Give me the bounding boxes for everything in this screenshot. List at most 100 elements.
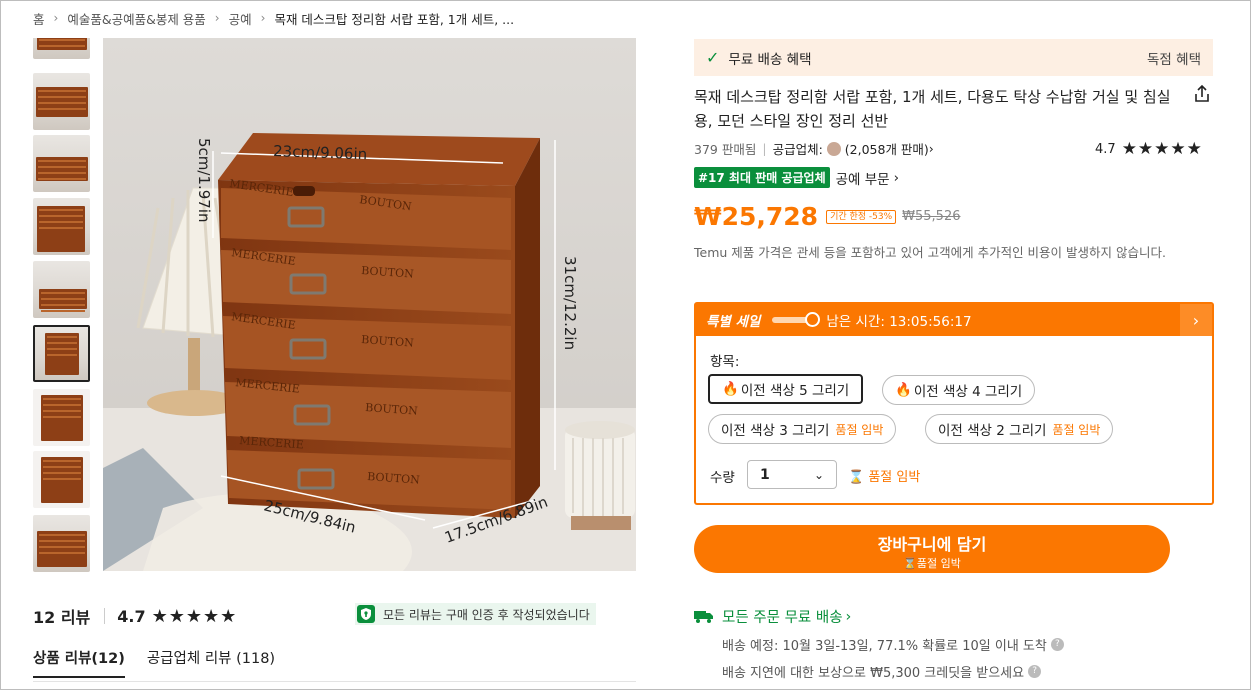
thumbnail-7[interactable] bbox=[33, 389, 90, 446]
thumbnail-4[interactable] bbox=[33, 198, 90, 255]
truck-icon bbox=[694, 610, 714, 623]
chevron-down-icon: ⌄ bbox=[813, 467, 824, 482]
breadcrumb: 홈 › 예술품&공예품&봉제 용품 › 공예 › 목재 데스크탑 정리함 서랍 … bbox=[33, 8, 514, 28]
cart-button-sub: ⌛품절 임박 bbox=[694, 555, 1170, 571]
breadcrumb-arts[interactable]: 예술품&공예품&봉제 용품 bbox=[67, 9, 205, 28]
option-color-5[interactable]: 🔥 이전 색상 5 그리기 bbox=[708, 374, 864, 404]
check-icon: ✓ bbox=[706, 48, 720, 67]
review-summary: 12 리뷰 4.7 ★★★★★ bbox=[33, 604, 237, 628]
timer-progress-bar bbox=[772, 312, 821, 327]
add-to-cart-button[interactable]: 장바구니에 담기 ⌛품절 임박 bbox=[694, 525, 1170, 573]
thumbnail-strip bbox=[33, 38, 90, 572]
hourglass-icon: ⌛ bbox=[903, 557, 917, 570]
rank-badge: #17 최대 판매 공급업체 bbox=[694, 167, 830, 188]
shipping-delay-credit: 배송 지연에 대한 보상으로 ₩5,300 크레딧을 받으세요 ? bbox=[722, 662, 1042, 681]
main-product-image[interactable]: 23cm/9.06in 5cm/1.97in 31cm/12.2in 25cm/… bbox=[103, 38, 636, 571]
divider: | bbox=[762, 141, 767, 156]
sale-header: 특별 세일 남은 시간: 13:05:56:17 › bbox=[696, 304, 1212, 336]
option-label: 이전 색상 2 그리기 bbox=[938, 423, 1047, 439]
verified-reviews-notice: 모든 리뷰는 구매 인증 후 작성되었습니다 bbox=[355, 603, 596, 625]
help-icon[interactable]: ? bbox=[1028, 665, 1042, 678]
breadcrumb-crafts[interactable]: 공예 bbox=[229, 9, 252, 28]
chevron-right-icon: › bbox=[53, 11, 59, 25]
chevron-right-icon: › bbox=[893, 169, 899, 186]
thumbnail-8[interactable] bbox=[33, 451, 90, 508]
seller-avatar[interactable] bbox=[826, 141, 841, 156]
chevron-right-icon: › bbox=[260, 11, 266, 25]
special-sale-box: 특별 세일 남은 시간: 13:05:56:17 › 항목: 🔥 이전 색상 5… bbox=[694, 302, 1214, 505]
option-color-3[interactable]: 이전 색상 3 그리기 품절 임박 bbox=[708, 414, 897, 444]
verified-text: 모든 리뷰는 구매 인증 후 작성되었습니다 bbox=[383, 607, 590, 622]
thumbnail-3[interactable] bbox=[33, 135, 90, 192]
shipping-header[interactable]: 모든 주문 무료 배송 › bbox=[694, 606, 851, 627]
exclusive-benefit-label: 독점 혜택 bbox=[1147, 51, 1201, 68]
drawers bbox=[221, 186, 511, 510]
limited-time-badge: 기간 한정 -53% bbox=[826, 209, 897, 224]
product-photo: 23cm/9.06in 5cm/1.97in 31cm/12.2in 25cm/… bbox=[103, 38, 636, 571]
star-rating-icon: ★★★★★ bbox=[151, 605, 238, 627]
seller-rank[interactable]: #17 최대 판매 공급업체 공예 부문 › bbox=[694, 167, 899, 188]
quantity-value: 1 bbox=[760, 466, 770, 483]
stock-note-text: 품절 임박 bbox=[868, 470, 921, 485]
divider bbox=[104, 608, 106, 624]
chevron-right-icon: › bbox=[845, 608, 852, 625]
hourglass-icon: ⌛ bbox=[848, 470, 865, 485]
product-meta: 379 판매됨 | 공급업체: (2,058개 판매) › bbox=[694, 139, 934, 158]
help-icon[interactable]: ? bbox=[1050, 638, 1064, 651]
timer-clock-icon bbox=[805, 312, 821, 327]
tab-seller-reviews[interactable]: 공급업체 리뷰 (118) bbox=[147, 647, 275, 678]
thumbnail-2[interactable] bbox=[33, 73, 90, 130]
review-rating: 4.7 bbox=[117, 606, 146, 626]
label-height: 31cm/12.2in bbox=[561, 256, 579, 350]
thumbnail-5[interactable] bbox=[33, 261, 90, 318]
tabs-divider bbox=[33, 681, 636, 682]
sale-title: 특별 세일 bbox=[706, 314, 761, 330]
original-price: ₩55,526 bbox=[902, 209, 961, 224]
breadcrumb-current: 목재 데스크탑 정리함 서랍 포함, 1개 세트, ... bbox=[274, 11, 515, 27]
current-price: ₩25,728 bbox=[694, 202, 819, 231]
option-label: 이전 색상 5 그리기 bbox=[740, 383, 850, 399]
flame-icon: 🔥 bbox=[722, 381, 739, 397]
chevron-right-icon: › bbox=[214, 11, 220, 25]
option-label: 이전 색상 4 그리기 bbox=[913, 384, 1023, 400]
star-rating-icon: ★★★★★ bbox=[1121, 139, 1203, 159]
shipping-eta-text: 배송 예정: 10월 3일-13일, 77.1% 확률로 10일 이내 도착 bbox=[722, 639, 1047, 654]
shield-check-icon bbox=[357, 605, 375, 623]
seller-sales[interactable]: (2,058개 판매) bbox=[845, 139, 929, 158]
benefit-label: 무료 배송 혜택 bbox=[728, 51, 812, 68]
review-count: 12 리뷰 bbox=[33, 608, 91, 627]
thumbnail-9[interactable] bbox=[33, 515, 90, 572]
sale-arrow-button[interactable]: › bbox=[1180, 304, 1212, 336]
sold-out-soon-label: 품절 임박 bbox=[1052, 422, 1101, 437]
option-color-4[interactable]: 🔥 이전 색상 4 그리기 bbox=[882, 375, 1036, 405]
product-rating[interactable]: 4.7 ★★★★★ bbox=[1095, 139, 1203, 159]
shipping-delay-text: 배송 지연에 대한 보상으로 ₩5,300 크레딧을 받으세요 bbox=[722, 666, 1025, 681]
shipping-header-text: 모든 주문 무료 배송 bbox=[722, 610, 843, 626]
sold-out-soon-label: 품절 임박 bbox=[835, 422, 884, 437]
cart-sub-text: 품절 임박 bbox=[916, 557, 961, 570]
flame-icon: 🔥 bbox=[895, 382, 912, 398]
seller-label: 공급업체: bbox=[772, 142, 823, 157]
thumbnail-1[interactable] bbox=[33, 38, 90, 59]
shipping-eta: 배송 예정: 10월 3일-13일, 77.1% 확률로 10일 이내 도착 ? bbox=[722, 635, 1064, 654]
price-note: Temu 제품 가격은 관세 등을 포함하고 있어 고객에게 추가적인 비용이 … bbox=[694, 245, 1166, 260]
label-width: 23cm/9.06in bbox=[273, 142, 368, 163]
thumbnail-6-selected[interactable] bbox=[33, 325, 90, 382]
sold-count: 379 판매됨 bbox=[694, 142, 757, 157]
tab-product-reviews[interactable]: 상품 리뷰(12) bbox=[33, 647, 125, 678]
rating-value: 4.7 bbox=[1095, 141, 1116, 157]
option-color-2[interactable]: 이전 색상 2 그리기 품절 임박 bbox=[925, 414, 1114, 444]
options-label: 항목: bbox=[710, 354, 740, 370]
breadcrumb-home[interactable]: 홈 bbox=[33, 9, 45, 28]
quantity-select[interactable]: 1 ⌄ bbox=[747, 460, 837, 489]
timer-label: 남은 시간: 13:05:56:17 bbox=[826, 314, 972, 330]
share-icon[interactable] bbox=[1192, 84, 1212, 104]
stock-note: ⌛ 품절 임박 bbox=[848, 466, 920, 485]
free-shipping-benefit-bar[interactable]: ✓ 무료 배송 혜택 독점 혜택 bbox=[694, 39, 1213, 76]
product-title: 목재 데스크탑 정리함 서랍 포함, 1개 세트, 다용도 탁상 수납함 거실 … bbox=[694, 88, 1171, 130]
chevron-right-icon: › bbox=[928, 141, 934, 156]
price-row: ₩25,728 기간 한정 -53% ₩55,526 bbox=[694, 202, 961, 231]
rank-category: 공예 부문 bbox=[835, 171, 890, 188]
review-tabs: 상품 리뷰(12) 공급업체 리뷰 (118) bbox=[33, 647, 297, 678]
cart-button-label: 장바구니에 담기 bbox=[877, 535, 987, 554]
